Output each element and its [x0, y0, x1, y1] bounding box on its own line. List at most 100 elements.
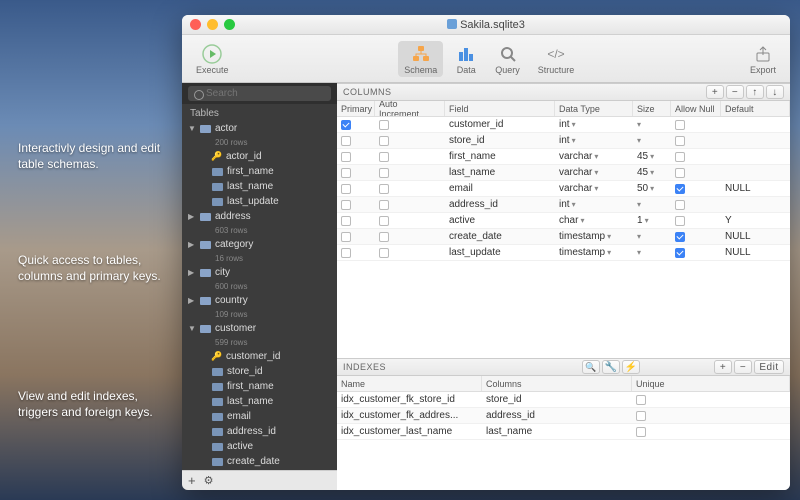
primary-checkbox[interactable]: [341, 120, 351, 130]
autoinc-checkbox[interactable]: [379, 152, 389, 162]
size-select[interactable]: 45 ▾: [637, 151, 654, 162]
size-select[interactable]: 1 ▾: [637, 215, 649, 226]
column-row[interactable]: customer_idint ▾ ▾: [337, 117, 790, 133]
autoinc-checkbox[interactable]: [379, 200, 389, 210]
index-bolt-button[interactable]: ⚡: [622, 360, 640, 374]
column-node[interactable]: 🔑actor_id: [182, 149, 337, 164]
autoinc-checkbox[interactable]: [379, 184, 389, 194]
allownull-checkbox[interactable]: [675, 216, 685, 226]
size-select[interactable]: 50 ▾: [637, 183, 654, 194]
autoinc-checkbox[interactable]: [379, 136, 389, 146]
column-row[interactable]: last_updatetimestamp ▾ ▾NULL: [337, 245, 790, 261]
column-row[interactable]: address_idint ▾ ▾: [337, 197, 790, 213]
primary-checkbox[interactable]: [341, 136, 351, 146]
column-row[interactable]: store_idint ▾ ▾: [337, 133, 790, 149]
column-row[interactable]: create_datetimestamp ▾ ▾NULL: [337, 229, 790, 245]
minimize-icon[interactable]: [207, 19, 218, 30]
allownull-checkbox[interactable]: [675, 152, 685, 162]
index-search-button[interactable]: 🔍: [582, 360, 600, 374]
column-node[interactable]: 🔑customer_id: [182, 349, 337, 364]
column-node[interactable]: first_name: [182, 379, 337, 394]
table-node[interactable]: ▶city: [182, 265, 337, 280]
fullscreen-icon[interactable]: [224, 19, 235, 30]
autoinc-checkbox[interactable]: [379, 120, 389, 130]
datatype-select[interactable]: char ▾: [559, 215, 584, 226]
unique-checkbox[interactable]: [636, 411, 646, 421]
table-tree[interactable]: ▼actor200 rows🔑actor_idfirst_namelast_na…: [182, 121, 337, 470]
datatype-select[interactable]: varchar ▾: [559, 183, 598, 194]
datatype-select[interactable]: int ▾: [559, 199, 576, 210]
column-row[interactable]: first_namevarchar ▾45 ▾: [337, 149, 790, 165]
index-row[interactable]: idx_customer_fk_store_idstore_id: [337, 392, 790, 408]
autoinc-checkbox[interactable]: [379, 248, 389, 258]
tab-schema[interactable]: Schema: [398, 41, 443, 77]
table-node[interactable]: ▶category: [182, 237, 337, 252]
column-node[interactable]: first_name: [182, 164, 337, 179]
add-column-button[interactable]: +: [706, 85, 724, 99]
primary-checkbox[interactable]: [341, 216, 351, 226]
column-node[interactable]: last_name: [182, 394, 337, 409]
allownull-checkbox[interactable]: [675, 120, 685, 130]
close-icon[interactable]: [190, 19, 201, 30]
autoinc-checkbox[interactable]: [379, 168, 389, 178]
datatype-select[interactable]: timestamp ▾: [559, 231, 611, 242]
allownull-checkbox[interactable]: [675, 200, 685, 210]
edit-index-button[interactable]: Edit: [754, 360, 784, 374]
remove-column-button[interactable]: −: [726, 85, 744, 99]
search-input[interactable]: [188, 86, 331, 101]
primary-checkbox[interactable]: [341, 200, 351, 210]
primary-checkbox[interactable]: [341, 232, 351, 242]
table-node[interactable]: ▶address: [182, 209, 337, 224]
export-button[interactable]: Export: [744, 41, 782, 77]
column-row[interactable]: last_namevarchar ▾45 ▾: [337, 165, 790, 181]
allownull-checkbox[interactable]: [675, 232, 685, 242]
table-node[interactable]: ▼actor: [182, 121, 337, 136]
add-index-button[interactable]: +: [714, 360, 732, 374]
index-tool-button[interactable]: 🔧: [602, 360, 620, 374]
unique-checkbox[interactable]: [636, 427, 646, 437]
datatype-select[interactable]: int ▾: [559, 135, 576, 146]
autoinc-checkbox[interactable]: [379, 216, 389, 226]
allownull-checkbox[interactable]: [675, 168, 685, 178]
datatype-select[interactable]: int ▾: [559, 119, 576, 130]
primary-checkbox[interactable]: [341, 152, 351, 162]
allownull-checkbox[interactable]: [675, 184, 685, 194]
table-node[interactable]: ▼customer: [182, 321, 337, 336]
table-node[interactable]: ▶country: [182, 293, 337, 308]
column-node[interactable]: email: [182, 409, 337, 424]
datatype-select[interactable]: varchar ▾: [559, 151, 598, 162]
tab-query[interactable]: Query: [489, 41, 526, 77]
primary-checkbox[interactable]: [341, 168, 351, 178]
column-row[interactable]: emailvarchar ▾50 ▾NULL: [337, 181, 790, 197]
column-node[interactable]: address_id: [182, 424, 337, 439]
size-select[interactable]: ▾: [637, 120, 641, 129]
execute-button[interactable]: Execute: [190, 41, 235, 77]
settings-button[interactable]: ⚙: [204, 474, 214, 487]
size-select[interactable]: 45 ▾: [637, 167, 654, 178]
datatype-select[interactable]: timestamp ▾: [559, 247, 611, 258]
index-row[interactable]: idx_customer_fk_addres...address_id: [337, 408, 790, 424]
tab-data[interactable]: Data: [449, 41, 483, 77]
column-node[interactable]: active: [182, 439, 337, 454]
unique-checkbox[interactable]: [636, 395, 646, 405]
column-node[interactable]: last_update: [182, 194, 337, 209]
datatype-select[interactable]: varchar ▾: [559, 167, 598, 178]
size-select[interactable]: ▾: [637, 136, 641, 145]
add-table-button[interactable]: +: [188, 473, 196, 488]
allownull-checkbox[interactable]: [675, 248, 685, 258]
column-row[interactable]: activechar ▾1 ▾Y: [337, 213, 790, 229]
index-row[interactable]: idx_customer_last_namelast_name: [337, 424, 790, 440]
remove-index-button[interactable]: −: [734, 360, 752, 374]
move-down-button[interactable]: ↓: [766, 85, 784, 99]
primary-checkbox[interactable]: [341, 184, 351, 194]
column-node[interactable]: create_date: [182, 454, 337, 469]
size-select[interactable]: ▾: [637, 232, 641, 241]
size-select[interactable]: ▾: [637, 200, 641, 209]
autoinc-checkbox[interactable]: [379, 232, 389, 242]
move-up-button[interactable]: ↑: [746, 85, 764, 99]
primary-checkbox[interactable]: [341, 248, 351, 258]
allownull-checkbox[interactable]: [675, 136, 685, 146]
tab-structure[interactable]: </> Structure: [532, 41, 581, 77]
size-select[interactable]: ▾: [637, 248, 641, 257]
column-node[interactable]: store_id: [182, 364, 337, 379]
